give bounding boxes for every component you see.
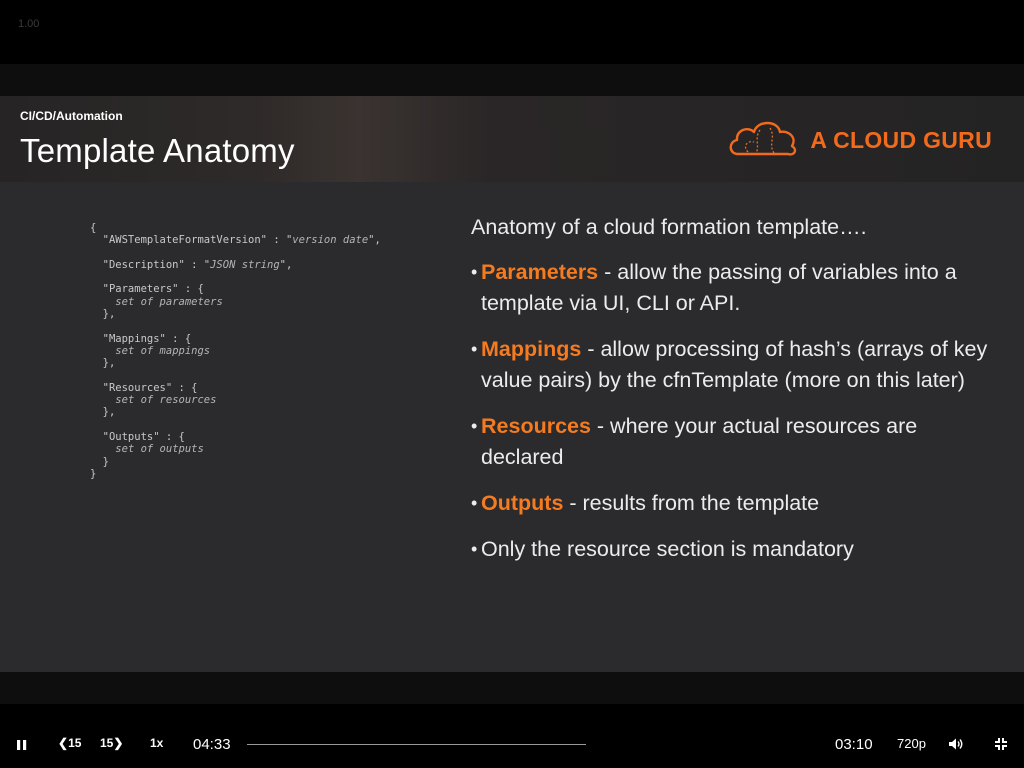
bullet-keyword: Outputs [481,491,564,515]
bullet-parameters: • Parameters - allow the passing of varia… [471,257,991,319]
bullet-text: Only the resource section is mandatory [481,537,854,561]
code-placeholder: set of resources [115,394,217,407]
forward-seconds-label: 15 [100,736,114,750]
pause-icon[interactable] [16,738,28,756]
code-line: set of resources [90,394,381,406]
bullet-text: - results from the template [563,491,820,515]
elapsed-time: 04:33 [193,736,231,753]
code-text: }, [90,357,116,370]
code-text: "Description" : " [90,258,211,271]
bullet-mandatory-note: • Only the resource section is mandatory [471,534,991,565]
code-line: "Description" : "JSON string", [90,259,381,271]
chevron-left-icon: ❮ [58,736,69,750]
code-text: { [90,222,97,234]
code-text: "Outputs" : { [90,431,185,444]
rewind-seconds-label: 15 [68,736,82,750]
code-text: } [90,455,109,468]
code-text: "Parameters" : { [90,283,204,296]
code-text: "Resources" : { [90,381,198,394]
slide-title: Template Anatomy [20,132,295,169]
player-controls: ❮15 15❯ 1x 04:33 03:10 720p [0,722,1024,768]
volume-icon[interactable] [948,737,964,756]
slide-content: Anatomy of a cloud formation template…. … [471,212,991,580]
code-line: } [90,468,381,480]
bullet-keyword: Parameters [481,260,599,284]
bullet-dot: • [471,493,478,513]
code-line: set of outputs [90,443,381,455]
code-line: "AWSTemplateFormatVersion" : "version da… [90,234,381,246]
bullet-keyword: Mappings [481,337,582,361]
template-code-sample: { "AWSTemplateFormatVersion" : "version … [90,222,381,480]
bullet-dot: • [471,539,478,559]
chevron-right-icon: ❯ [113,736,124,750]
code-line: }, [90,357,381,369]
code-text: ", [279,258,293,271]
code-text: } [90,467,97,480]
slide: CI/CD/Automation Template Anatomy A CLOU… [0,96,1024,672]
code-text: "Mappings" : { [90,332,192,345]
code-text: }, [90,406,116,419]
slide-intro: Anatomy of a cloud formation template…. [471,215,867,239]
slide-category: CI/CD/Automation [20,109,123,123]
bullet-keyword: Resources [481,414,591,438]
exit-fullscreen-icon[interactable] [994,737,1008,756]
rewind-15-button[interactable]: ❮15 [58,736,81,750]
bullet-resources: • Resources - where your actual resources… [471,411,991,473]
bullet-dot: • [471,262,478,282]
code-line: { [90,222,381,234]
code-placeholder: version date [292,234,369,247]
slide-header: CI/CD/Automation Template Anatomy A CLOU… [0,96,1024,182]
code-line: set of parameters [90,296,381,308]
code-text: "AWSTemplateFormatVersion" : " [90,234,293,247]
code-line: } [90,456,381,468]
brand-name: A CLOUD GURU [810,126,992,153]
seek-bar[interactable] [247,744,586,745]
code-placeholder: set of parameters [115,295,223,308]
cloud-logo-icon [726,116,800,165]
forward-15-button[interactable]: 15❯ [100,736,123,750]
quality-button[interactable]: 720p [897,736,926,751]
code-placeholder: set of mappings [115,344,211,357]
code-text: }, [90,308,116,321]
brand-logo: A CLOUD GURU [726,118,992,162]
code-line: "Mappings" : { [90,333,381,345]
bullet-dot: • [471,339,478,359]
code-line: "Outputs" : { [90,431,381,443]
code-line: set of mappings [90,345,381,357]
bullet-dot: • [471,416,478,436]
bullet-outputs: • Outputs - results from the template [471,488,991,519]
code-placeholder: JSON string [210,258,280,271]
remaining-time: 03:10 [835,736,873,753]
code-line: "Parameters" : { [90,283,381,295]
code-line: }, [90,308,381,320]
code-text: ", [368,234,381,247]
playback-rate-indicator: 1.00 [18,18,40,30]
bullet-mappings: • Mappings - allow processing of hash’s (… [471,334,991,396]
code-line: }, [90,406,381,418]
playback-speed-button[interactable]: 1x [150,736,163,750]
code-line: "Resources" : { [90,382,381,394]
code-placeholder: set of outputs [115,443,204,456]
